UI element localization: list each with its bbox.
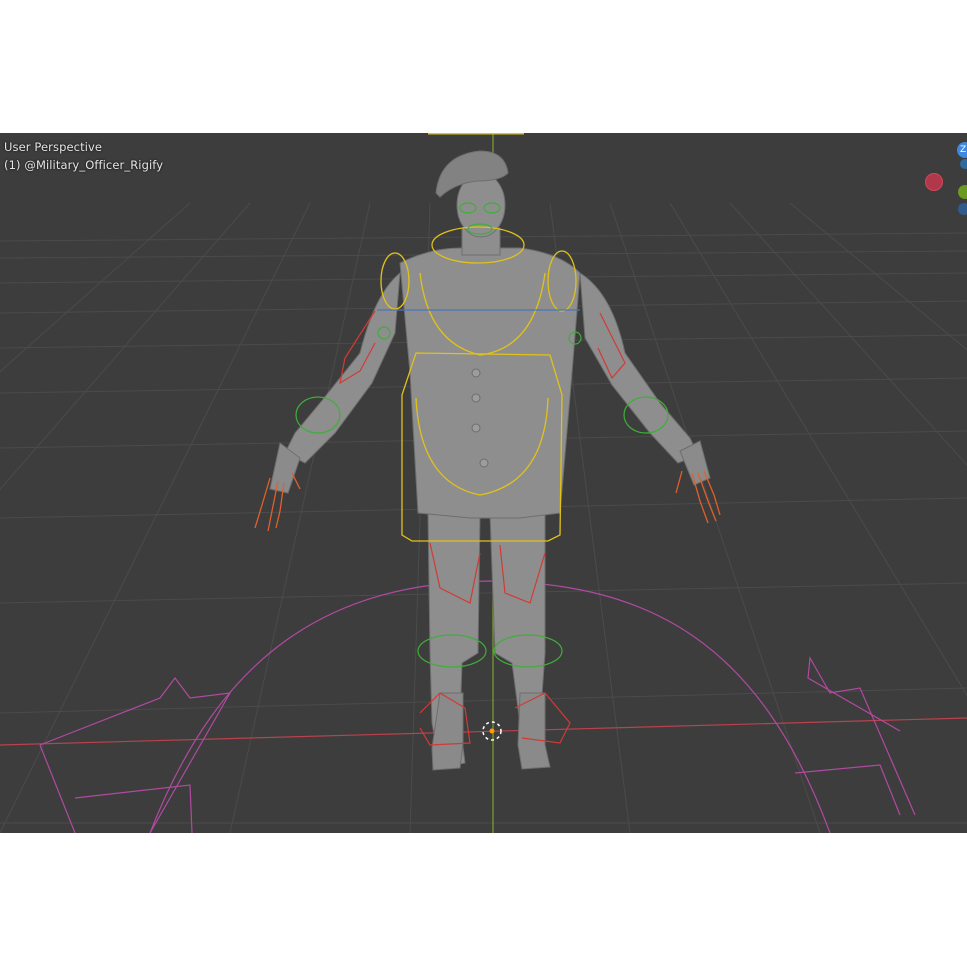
3d-viewport[interactable]: User Perspective (1) @Military_Officer_R… [0, 133, 967, 833]
gizmo-x-axis-icon[interactable] [925, 173, 943, 191]
gizmo-neg-x-axis-icon[interactable] [960, 159, 967, 169]
gizmo-neg-y-axis-icon[interactable] [958, 203, 967, 215]
active-object-label: (1) @Military_Officer_Rigify [4, 158, 164, 172]
gizmo-z-axis-icon[interactable]: Z [957, 142, 967, 158]
view-name-label: User Perspective [4, 140, 103, 154]
viewport-scene[interactable] [0, 133, 967, 833]
character-mesh[interactable] [269, 150, 711, 771]
x-axis-line [0, 717, 967, 746]
gizmo-y-axis-icon[interactable] [958, 185, 967, 199]
